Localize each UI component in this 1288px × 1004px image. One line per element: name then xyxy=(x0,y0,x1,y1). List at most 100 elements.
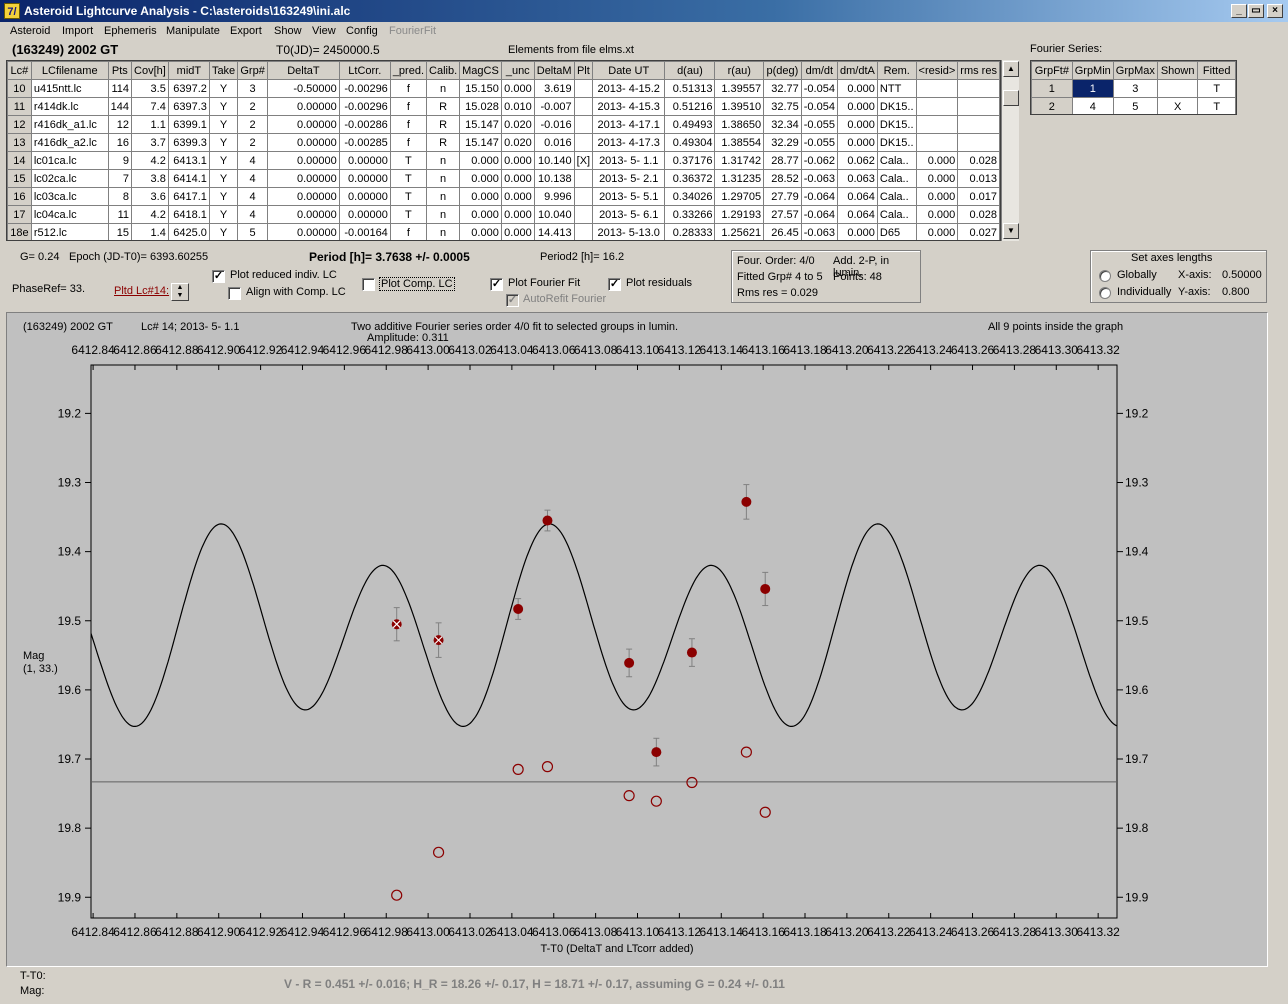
table-cell[interactable]: 26.45 xyxy=(763,223,802,240)
table-cell[interactable]: n xyxy=(426,223,461,240)
table-cell[interactable]: 0.000 xyxy=(500,205,535,224)
table-cell[interactable]: -0.064 xyxy=(800,187,838,206)
table-cell[interactable] xyxy=(573,133,594,152)
table-cell[interactable]: 0.000 xyxy=(500,169,535,188)
residual-point[interactable] xyxy=(686,776,698,789)
table-cell[interactable] xyxy=(915,79,959,98)
table-cell[interactable]: 0.027 xyxy=(957,223,1000,240)
table-cell[interactable]: Y xyxy=(208,151,239,170)
table-cell[interactable]: Y xyxy=(208,79,239,98)
table-cell[interactable]: 27.79 xyxy=(763,187,802,206)
table-cell[interactable]: -0.063 xyxy=(800,169,838,188)
table-cell[interactable]: 6418.1 xyxy=(167,205,210,224)
table-cell[interactable]: 4.2 xyxy=(131,205,169,224)
table-cell[interactable]: 0.016 xyxy=(533,133,575,152)
table-cell[interactable]: 15 xyxy=(107,223,133,240)
table-cell[interactable]: 0.064 xyxy=(836,187,878,206)
column-header[interactable]: Rem. xyxy=(876,61,917,80)
row-header[interactable]: 10 xyxy=(7,79,32,98)
table-cell[interactable]: Cala.. xyxy=(876,205,917,224)
table-cell[interactable]: 4.2 xyxy=(131,151,169,170)
column-header[interactable]: Lc# xyxy=(7,61,32,80)
table-cell[interactable]: 4 xyxy=(237,151,269,170)
fourier-cell[interactable]: 1 xyxy=(1071,79,1114,98)
table-cell[interactable]: r512.lc xyxy=(30,223,109,240)
individually-radio[interactable] xyxy=(1099,287,1111,299)
table-cell[interactable]: 0.51313 xyxy=(664,79,716,98)
fourier-cell[interactable]: 3 xyxy=(1112,79,1158,98)
table-cell[interactable] xyxy=(573,115,594,134)
fourier-cell[interactable]: T xyxy=(1197,97,1236,114)
table-cell[interactable]: 0.000 xyxy=(500,79,535,98)
table-cell[interactable]: 0.00000 xyxy=(338,187,391,206)
fourier-row-header[interactable]: 1 xyxy=(1031,79,1073,98)
table-cell[interactable]: -0.054 xyxy=(800,97,838,116)
table-cell[interactable]: f xyxy=(389,133,428,152)
table-cell[interactable]: 2013- 4-15.3 xyxy=(592,97,666,116)
row-header[interactable]: 13 xyxy=(7,133,32,152)
table-cell[interactable]: -0.055 xyxy=(800,115,838,134)
table-cell[interactable]: -0.00285 xyxy=(338,133,391,152)
table-cell[interactable]: f xyxy=(389,79,428,98)
table-cell[interactable]: 28.77 xyxy=(763,151,802,170)
table-cell[interactable]: 2013- 5- 2.1 xyxy=(592,169,666,188)
row-header[interactable]: 16 xyxy=(7,187,32,206)
column-header[interactable]: p(deg) xyxy=(763,61,802,80)
column-header[interactable]: Take xyxy=(208,61,239,80)
fourier-row[interactable]: 113T xyxy=(1031,79,1236,98)
align-comp-checkbox[interactable] xyxy=(228,287,241,300)
column-header[interactable]: <resid> xyxy=(915,61,959,80)
row-header[interactable]: 17 xyxy=(7,205,32,224)
table-cell[interactable]: 0.010 xyxy=(500,97,535,116)
row-header[interactable]: 11 xyxy=(7,97,32,116)
table-cell[interactable]: 0.020 xyxy=(500,115,535,134)
table-cell[interactable]: 5 xyxy=(237,223,269,240)
restore-button[interactable]: ▭ xyxy=(1248,4,1264,18)
table-cell[interactable]: n xyxy=(426,79,461,98)
table-cell[interactable]: f xyxy=(389,223,428,240)
table-cell[interactable] xyxy=(573,187,594,206)
table-cell[interactable]: -0.062 xyxy=(800,151,838,170)
column-header[interactable]: midT xyxy=(167,61,210,80)
table-cell[interactable]: 2013- 4-15.2 xyxy=(592,79,666,98)
table-cell[interactable]: 0.28333 xyxy=(664,223,716,240)
data-point[interactable] xyxy=(542,515,553,526)
table-row[interactable]: 11 r414dk.lc 144 7.4 6397.3 Y 2 0.00000 -0.00296… xyxy=(7,97,1000,116)
table-cell[interactable]: -0.00296 xyxy=(338,97,391,116)
table-cell[interactable]: DK15.. xyxy=(876,97,917,116)
table-cell[interactable]: 0.00000 xyxy=(267,205,340,224)
table-cell[interactable]: R xyxy=(426,97,461,116)
xaxis-value[interactable]: 0.50000 xyxy=(1222,269,1262,281)
table-cell[interactable]: R xyxy=(426,133,461,152)
fourier-column-header[interactable]: GrpMax xyxy=(1112,61,1158,80)
table-cell[interactable]: n xyxy=(426,205,461,224)
data-point[interactable] xyxy=(651,747,662,758)
table-cell[interactable]: 0.028 xyxy=(957,205,1000,224)
table-cell[interactable]: -0.007 xyxy=(533,97,575,116)
table-cell[interactable]: Y xyxy=(208,187,239,206)
table-cell[interactable]: 0.00000 xyxy=(267,133,340,152)
fourier-cell[interactable]: T xyxy=(1197,79,1236,98)
table-cell[interactable]: 15.147 xyxy=(459,133,502,152)
table-cell[interactable]: 4 xyxy=(237,205,269,224)
table-cell[interactable]: 0.33266 xyxy=(664,205,716,224)
table-cell[interactable]: r416dk_a1.lc xyxy=(30,115,109,134)
table-cell[interactable]: 9 xyxy=(107,151,133,170)
fourier-cell[interactable]: 4 xyxy=(1071,97,1114,114)
table-cell[interactable]: T xyxy=(389,187,428,206)
plotted-lc-link[interactable]: Pltd Lc#14: xyxy=(114,285,169,297)
table-cell[interactable]: 6425.0 xyxy=(167,223,210,240)
fourier-column-header[interactable]: Shown xyxy=(1156,61,1199,80)
table-cell[interactable]: 6417.1 xyxy=(167,187,210,206)
table-cell[interactable]: 32.75 xyxy=(763,97,802,116)
table-cell[interactable]: 114 xyxy=(107,79,133,98)
table-cell[interactable]: 0.00000 xyxy=(338,205,391,224)
table-cell[interactable]: 11 xyxy=(107,205,133,224)
table-cell[interactable]: lc04ca.lc xyxy=(30,205,109,224)
table-cell[interactable]: 3.8 xyxy=(131,169,169,188)
table-cell[interactable]: 0.000 xyxy=(836,115,878,134)
table-cell[interactable] xyxy=(915,115,959,134)
residual-point[interactable] xyxy=(759,806,771,818)
table-row[interactable]: 13 r416dk_a2.lc 16 3.7 6399.3 Y 2 0.00000 -0.002… xyxy=(7,133,1000,152)
table-cell[interactable]: 0.000 xyxy=(836,79,878,98)
